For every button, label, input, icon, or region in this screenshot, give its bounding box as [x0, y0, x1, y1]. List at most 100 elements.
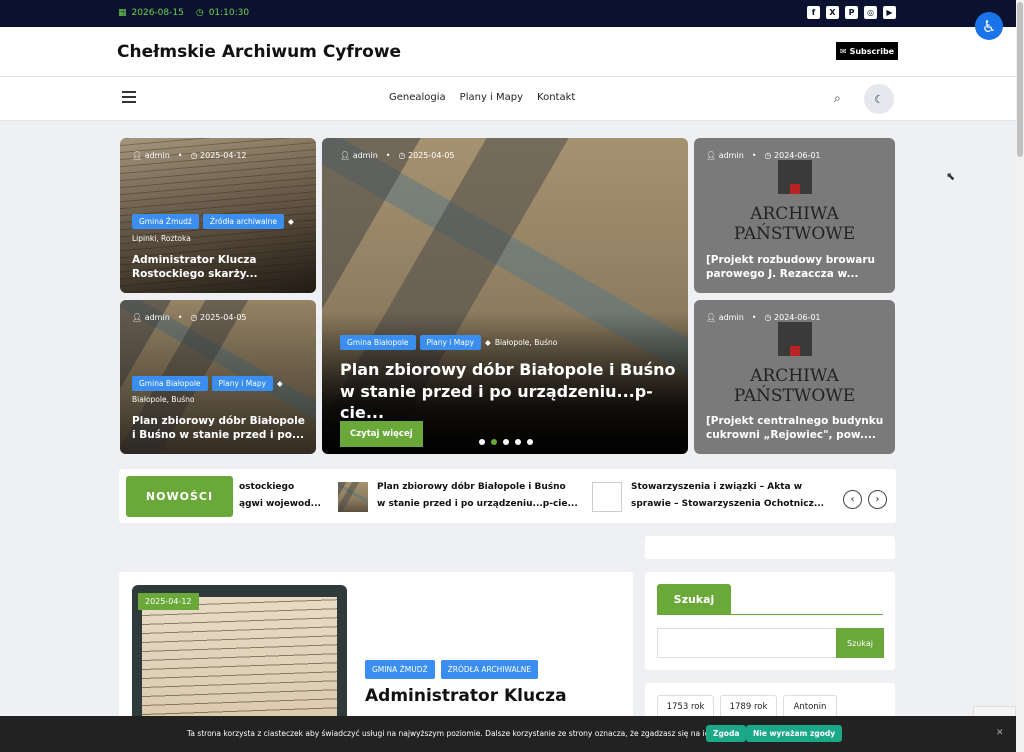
- search-input[interactable]: [657, 628, 836, 658]
- tag-icon: ◆: [288, 217, 294, 226]
- chevron-left-icon: ‹: [850, 494, 855, 505]
- site-title[interactable]: Chełmskie Archiwum Cyfrowe: [117, 42, 401, 62]
- archiwa-logo-icon: [777, 160, 812, 194]
- dark-mode-toggle[interactable]: ☾: [864, 84, 894, 114]
- cookie-accept-button[interactable]: Zgoda: [706, 725, 747, 742]
- subscribe-button[interactable]: ✉ Subscribe: [836, 42, 898, 60]
- category-tag[interactable]: Gmina Żmudź: [132, 214, 199, 229]
- author[interactable]: 👤︎ admin: [132, 151, 170, 160]
- cookie-reject-button[interactable]: Nie wyrażam zgody: [746, 725, 843, 742]
- slider-dot[interactable]: [527, 439, 533, 445]
- author[interactable]: 👤︎ admin: [706, 151, 744, 160]
- facebook-icon[interactable]: f: [807, 6, 820, 19]
- slider-dot[interactable]: [479, 439, 485, 445]
- ticker-label: NOWOŚCI: [126, 476, 233, 517]
- search-button[interactable]: Szukaj: [836, 628, 884, 658]
- featured-card[interactable]: 👤︎ admin • ◷ 2025-04-12 Gmina Żmudź Źród…: [120, 138, 316, 293]
- slide-title[interactable]: Plan zbiorowy dóbr Białopole i Buśno w s…: [340, 359, 685, 424]
- main-slider[interactable]: 👤︎ admin • ◷ 2025-04-05 Gmina Białopole …: [322, 138, 688, 454]
- youtube-icon[interactable]: ▶: [883, 6, 896, 19]
- chevron-right-icon: ›: [875, 494, 880, 505]
- close-icon[interactable]: ✕: [996, 728, 1004, 738]
- featured-card[interactable]: ARCHIWA PAŃSTWOWE 👤︎ admin • ◷ 2024-06-0…: [694, 138, 895, 293]
- card-title[interactable]: [Projekt rozbudowy browaru parowego J. R…: [706, 253, 886, 281]
- logo-text: ARCHIWA PAŃSTWOWE: [733, 366, 856, 406]
- author[interactable]: 👤︎ admin: [706, 313, 744, 322]
- author[interactable]: 👤︎ admin: [340, 151, 378, 160]
- tag-icon: ◆: [485, 338, 491, 347]
- post-date: ◷ 2025-04-05: [398, 151, 455, 160]
- card-meta: 👤︎ admin • ◷ 2024-06-01: [706, 151, 821, 160]
- post-title[interactable]: Administrator Klucza: [365, 686, 567, 706]
- sidebar-widget: [645, 536, 895, 559]
- hamburger-menu-icon[interactable]: [122, 91, 136, 103]
- user-icon: 👤︎: [340, 151, 351, 160]
- user-icon: 👤︎: [132, 313, 143, 322]
- envelope-icon: ✉: [839, 46, 847, 56]
- category-tag[interactable]: Źródła archiwalne: [202, 214, 285, 229]
- author[interactable]: 👤︎ admin: [132, 313, 170, 322]
- ticker-thumbnail[interactable]: [592, 482, 622, 512]
- category-tag[interactable]: ŹRÓDŁA ARCHIWALNE: [440, 660, 539, 679]
- tag-list[interactable]: Białopole, Buśno: [132, 395, 195, 404]
- date-time: ▦ 2026-08-15 ◷ 01:10:30: [118, 8, 249, 18]
- date-display: ▦ 2026-08-15: [118, 8, 184, 18]
- slider-dot[interactable]: [503, 439, 509, 445]
- ticker-item[interactable]: Stowarzyszenia i związki – Akta w sprawi…: [631, 479, 824, 513]
- post-date: ◷ 2025-04-12: [190, 151, 247, 160]
- nav-menu: Genealogia Plany i Mapy Kontakt: [389, 92, 575, 103]
- ticker-prev-button[interactable]: ‹: [843, 490, 862, 509]
- slider-dot[interactable]: [515, 439, 521, 445]
- tag-list[interactable]: Białopole, Buśno: [495, 338, 558, 347]
- search-icon[interactable]: ⌕: [834, 91, 841, 106]
- social-links: f X P ◎ ▶: [807, 6, 896, 19]
- category-tag[interactable]: GMINA ŻMUDŹ: [365, 660, 435, 679]
- time-text: 01:10:30: [208, 8, 250, 18]
- page-scrollbar[interactable]: [1016, 0, 1024, 752]
- x-icon[interactable]: X: [826, 6, 839, 19]
- ticker-thumbnail[interactable]: [338, 482, 368, 512]
- category-tag[interactable]: Plany i Mapy: [211, 376, 274, 391]
- news-ticker: ostockiego ągwi wojewod... NOWOŚCI Plan …: [119, 469, 896, 523]
- card-meta: 👤︎ admin • ◷ 2025-04-05: [132, 313, 247, 322]
- featured-card[interactable]: ARCHIWA PAŃSTWOWE 👤︎ admin • ◷ 2024-06-0…: [694, 300, 895, 454]
- pinterest-icon[interactable]: P: [845, 6, 858, 19]
- instagram-icon[interactable]: ◎: [864, 6, 877, 19]
- divider: [657, 614, 883, 615]
- card-title[interactable]: Administrator Klucza Rostockiego skarży.…: [132, 253, 307, 281]
- slider-dot-active[interactable]: [491, 439, 497, 445]
- accessibility-button[interactable]: ♿: [975, 12, 1003, 40]
- ticker-next-button[interactable]: ›: [868, 490, 887, 509]
- nav-item-plany-i-mapy[interactable]: Plany i Mapy: [460, 92, 523, 103]
- accessibility-icon: ♿: [981, 16, 997, 36]
- clock-icon: ◷: [764, 151, 772, 160]
- clock-icon: ◷: [190, 313, 198, 322]
- subscribe-label: Subscribe: [849, 46, 895, 56]
- category-tag[interactable]: Plany i Mapy: [419, 335, 482, 350]
- tag-list[interactable]: Lipinki, Roztoka: [132, 234, 191, 243]
- separator: •: [177, 151, 183, 160]
- card-tags: Gmina Białopole Plany i Mapy ◆ Białopole…: [340, 335, 557, 350]
- moon-icon: ☾: [874, 92, 884, 106]
- card-meta: 👤︎ admin • ◷ 2024-06-01: [706, 313, 821, 322]
- scrollbar-thumb[interactable]: [1017, 2, 1023, 157]
- clock-icon: ◷: [398, 151, 406, 160]
- mouse-cursor-icon: ⬉: [946, 170, 956, 183]
- featured-card[interactable]: 👤︎ admin • ◷ 2025-04-05 Gmina Białopole …: [120, 300, 316, 454]
- search-widget: Szukaj Szukaj: [645, 572, 895, 670]
- site-header: Chełmskie Archiwum Cyfrowe ✉ Subscribe: [0, 27, 1016, 77]
- ticker-item[interactable]: ostockiego ągwi wojewod...: [239, 479, 321, 513]
- post-date: ◷ 2024-06-01: [764, 151, 821, 160]
- widget-title: Szukaj: [657, 584, 731, 614]
- category-tag[interactable]: Gmina Białopole: [132, 376, 208, 391]
- card-meta: 👤︎ admin • ◷ 2025-04-05: [340, 151, 455, 160]
- nav-item-kontakt[interactable]: Kontakt: [537, 92, 575, 103]
- ticker-item[interactable]: Plan zbiorowy dóbr Białopole i Buśno w s…: [377, 479, 578, 513]
- card-title[interactable]: [Projekt centralnego budynku cukrowni „R…: [706, 414, 888, 442]
- top-bar: ▦ 2026-08-15 ◷ 01:10:30 f X P ◎ ▶: [0, 0, 1024, 27]
- tag-icon: ◆: [277, 379, 283, 388]
- nav-item-genealogia[interactable]: Genealogia: [389, 92, 446, 103]
- card-title[interactable]: Plan zbiorowy dóbr Białopole i Buśno w s…: [132, 414, 312, 442]
- read-more-button[interactable]: Czytaj więcej: [340, 421, 423, 447]
- category-tag[interactable]: Gmina Białopole: [340, 335, 416, 350]
